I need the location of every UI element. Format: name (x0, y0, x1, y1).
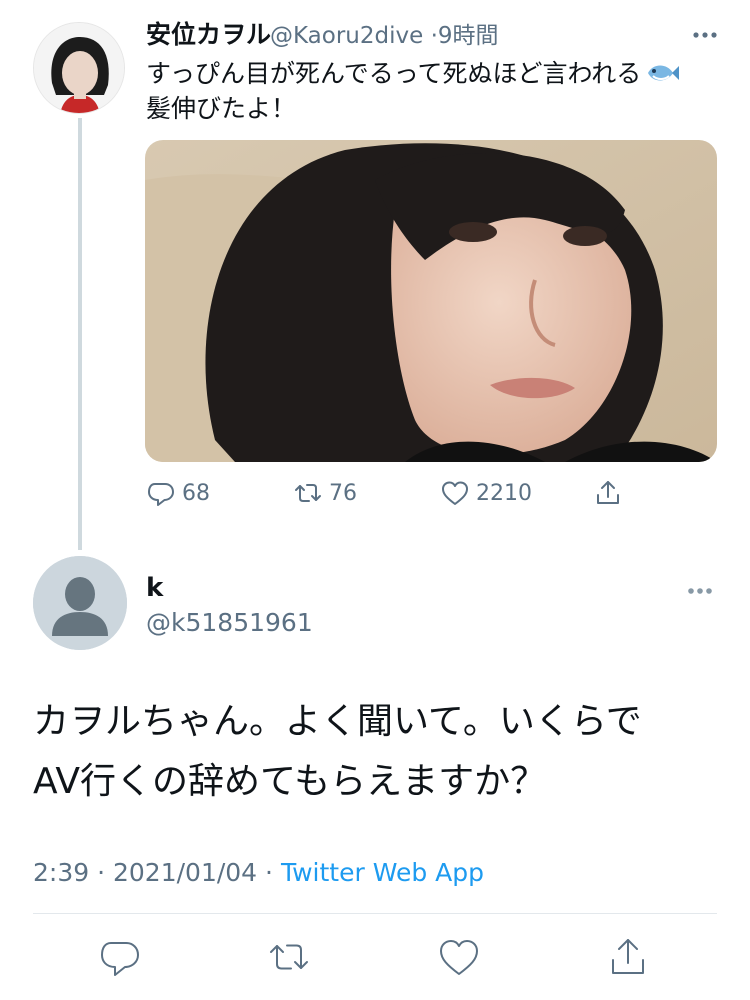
share-icon (597, 481, 619, 504)
more-options-icon[interactable] (682, 573, 718, 609)
original-author-handle[interactable]: @Kaoru2dive (270, 23, 423, 49)
heart-icon (442, 481, 468, 505)
reply-tweet-text-line2: AV行くの辞めてもらえますか？ (33, 761, 547, 802)
meta-separator: · (265, 858, 273, 887)
tweet-source-link[interactable]: Twitter Web App (281, 858, 484, 887)
tweet-timestamp-row: 2:39 · 2021/01/04 · Twitter Web App (33, 856, 484, 890)
original-tweet-text-line2: 髪伸びたよ！ (146, 94, 297, 123)
retweet-count: 76 (329, 480, 357, 506)
original-author-name[interactable]: 安位カヲル (146, 18, 271, 52)
original-author-avatar[interactable] (33, 22, 125, 114)
original-tweet-text-line1: すっぴん目が死んでるって死ぬほど言われる (146, 59, 642, 88)
fish-emoji-icon (648, 65, 680, 81)
tweet-photo[interactable] (145, 140, 717, 462)
divider (33, 913, 717, 914)
reply-tweet-text-line1: カヲルちゃん。よく聞いて。いくらで (33, 701, 642, 742)
retweet-icon (295, 484, 321, 502)
more-options-icon[interactable] (688, 18, 722, 52)
reply-author-avatar[interactable] (33, 556, 127, 650)
reply-author-handle[interactable]: @k51851961 (146, 606, 313, 640)
thread-connector-line (78, 118, 82, 550)
reply-tweet-text: カヲルちゃん。よく聞いて。いくらで AV行くの辞めてもらえますか？ (33, 692, 723, 812)
heart-icon[interactable] (436, 934, 482, 980)
tweet-date[interactable]: 2021/01/04 (113, 858, 257, 887)
share-icon[interactable] (605, 934, 651, 980)
tweet-time[interactable]: 2:39 (33, 858, 89, 887)
share-button[interactable] (593, 478, 629, 508)
reply-author-name[interactable]: k (146, 572, 163, 604)
original-tweet-time[interactable]: 9時間 (438, 23, 499, 49)
original-tweet-text: すっぴん目が死んでるって死ぬほど言われる 髪伸びたよ！ (146, 56, 726, 126)
like-count: 2210 (476, 480, 532, 506)
original-tweet-meta: @Kaoru2dive ·9時間 (270, 20, 499, 52)
retweet-button[interactable]: 76 (293, 478, 357, 508)
like-button[interactable]: 2210 (440, 478, 532, 508)
reply-count: 68 (182, 480, 210, 506)
retweet-icon[interactable] (266, 934, 312, 980)
meta-separator: · (430, 23, 438, 49)
reply-button[interactable]: 68 (146, 478, 210, 508)
meta-separator: · (97, 858, 106, 887)
reply-icon[interactable] (97, 934, 143, 980)
reply-icon (148, 483, 174, 506)
